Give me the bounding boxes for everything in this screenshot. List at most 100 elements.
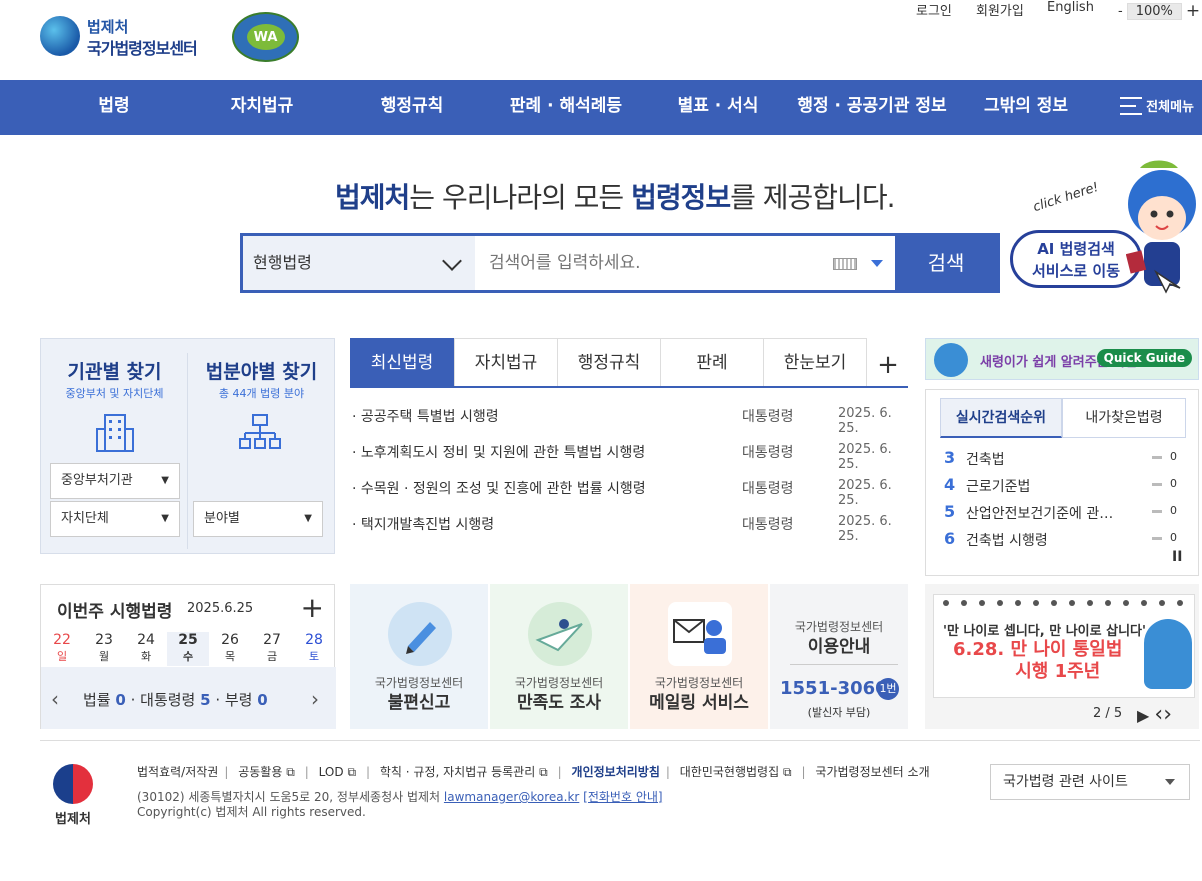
news-item[interactable]: · 수목원 · 정원의 조성 및 진흥에 관한 법률 시행령 대통령령 2025. … [352,474,908,508]
tab-overview[interactable]: 한눈보기 [763,338,867,386]
usage-guide-card[interactable]: 국가법령정보센터 이용안내 1551-3060 1번 (발신자 부담) [770,584,908,729]
footer-link-privacy[interactable]: 개인정보처리방침 [572,765,660,779]
card-title: 이용안내 [807,637,871,657]
weekly-laws-date: 2025.6.25 [187,601,254,616]
news-title[interactable]: · 택지개발촉진법 시행령 [352,514,494,534]
hero-title-org: 법제처 [335,181,410,214]
mascot-character [1126,160,1196,294]
phone-info-link[interactable]: [전화번호 안내] [583,790,662,804]
pen-icon [388,602,452,666]
zoom-level: 100% [1126,2,1182,20]
phone-option-badge: 1번 [877,678,899,700]
event-banner[interactable]: '만 나이로 셉니다, 만 나이로 삽니다' 6.28. 만 나이 통일법 시행 … [925,584,1199,729]
nav-item-admin-rule[interactable]: 행정규칙 [362,80,462,135]
day-name: 토 [308,650,320,663]
ai-search-button[interactable]: AI 법령검색 서비스로 이동 [1010,230,1142,288]
mascot-face-icon [934,343,968,377]
news-title[interactable]: · 공공주택 특별법 시행령 [352,406,499,426]
day-sun[interactable]: 22 일 [41,632,83,666]
email-link[interactable]: lawmanager@korea.kr [444,790,579,804]
finder-panel: 기관별 찾기 중앙부처 및 자치단체 중앙부처기관 자치단체 법분야별 찾기 총… [40,338,335,554]
footer-link-statute-book[interactable]: 대한민국현행법령집 [680,765,779,779]
related-sites-select[interactable]: 국가법령 관련 사이트 [990,764,1190,800]
tab-realtime-rank[interactable]: 실시간검색순위 [940,398,1062,438]
footer-link-about[interactable]: 국가법령정보센터 소개 [815,765,929,779]
day-thu[interactable]: 26 목 [209,632,251,666]
external-link-icon: ⧉ [347,765,357,779]
search-button[interactable]: 검색 [895,236,997,290]
news-item[interactable]: · 택지개발촉진법 시행령 대통령령 2025. 6. 25. [352,510,908,544]
weekly-counts: 법률 0 · 대통령령 5 · 부령 0 [83,691,268,709]
day-name: 목 [224,650,236,663]
complaint-card[interactable]: 국가법령정보센터 불편신고 [350,584,488,729]
dropdown-triangle-icon[interactable] [871,260,883,273]
pause-button[interactable]: II [1172,549,1182,565]
rank-item[interactable]: 6 건축법 시행령 0 [944,529,1194,551]
survey-card[interactable]: 국가법령정보센터 만족도 조사 [490,584,628,729]
field-select[interactable]: 분야별 [193,501,323,537]
mailing-card[interactable]: 국가법령정보센터 메일링 서비스 [630,584,768,729]
news-title[interactable]: · 수목원 · 정원의 조성 및 진흥에 관한 법률 시행령 [352,478,646,498]
day-tue[interactable]: 24 화 [125,632,167,666]
central-agency-select[interactable]: 중앙부처기관 [50,463,180,499]
more-weekly-button[interactable]: + [301,591,324,624]
more-news-button[interactable]: + [868,350,908,380]
footer-link-sharing[interactable]: 공동활용 [238,765,282,779]
mail-icon [668,602,732,666]
rank-label[interactable]: 근로기준법 [966,476,1126,496]
day-mon[interactable]: 23 월 [83,632,125,666]
search-scope-select[interactable]: 현행법령 [243,236,475,290]
play-icon[interactable]: ▶ [1137,706,1149,725]
nav-item-law[interactable]: 법령 [82,80,146,135]
news-title[interactable]: · 노후계획도시 정비 및 지원에 관한 특별법 시행령 [352,442,645,462]
site-logo[interactable]: 법제처 국가법령정보센터 [40,14,220,60]
day-number: 28 [305,632,323,648]
nav-item-precedent[interactable]: 판례 · 해석례등 [498,80,634,135]
english-link[interactable]: English [1047,0,1094,15]
rank-item[interactable]: 3 건축법 0 [944,448,1194,470]
law-count-label: 법률 [83,691,111,709]
tab-my-laws[interactable]: 내가찾은법령 [1062,398,1186,438]
rank-label[interactable]: 건축법 [966,449,1126,469]
rank-item[interactable]: 4 근로기준법 0 [944,475,1194,497]
nav-item-forms[interactable]: 별표 · 서식 [666,80,770,135]
day-name: 수 [182,650,194,663]
day-number: 27 [263,632,281,648]
tab-latest-law[interactable]: 최신법령 [350,338,454,386]
news-item[interactable]: · 공공주택 특별법 시행령 대통령령 2025. 6. 25. [352,402,908,436]
prev-week-button[interactable]: ‹ [51,687,59,711]
day-fri[interactable]: 27 금 [251,632,293,666]
prev-slide-button[interactable]: ‹ [1154,702,1163,727]
join-link[interactable]: 회원가입 [976,0,1024,19]
all-menu-button[interactable]: 전체메뉴 [1120,96,1194,115]
zoom-in-button[interactable]: + [1186,1,1200,21]
next-slide-button[interactable]: › [1163,702,1172,727]
phone-note: (발신자 부담) [807,706,871,719]
nav-item-local-law[interactable]: 자치법규 [212,80,312,135]
login-link[interactable]: 로그인 [916,0,952,19]
rank-item[interactable]: 5 산업안전보건기준에 관한 규칙 0 [944,502,1194,524]
chevron-down-icon [442,251,462,271]
rank-label[interactable]: 산업안전보건기준에 관한 규칙 [966,503,1118,523]
news-item[interactable]: · 노후계획도시 정비 및 지원에 관한 특별법 시행령 대통령령 2025. 6.… [352,438,908,472]
zoom-out-button[interactable]: - [1118,4,1123,19]
footer-link-copyright[interactable]: 법적효력/저작권 [137,765,218,779]
nav-item-other[interactable]: 그밖의 정보 [972,80,1080,135]
search-rank-panel: 실시간검색순위 내가찾은법령 3 건축법 0 4 근로기준법 0 5 산업안전보건기준에 … [925,389,1199,576]
rank-label[interactable]: 건축법 시행령 [966,530,1126,550]
keyboard-icon[interactable] [833,258,857,270]
footer-link-lod[interactable]: LOD [319,765,344,779]
tab-admin-rule[interactable]: 행정규칙 [557,338,661,386]
law-count: 0 [115,691,126,709]
search-input[interactable] [479,236,829,290]
footer-link-registration[interactable]: 학칙 · 규정, 자치법규 등록관리 [380,765,535,779]
tab-precedent[interactable]: 판례 [660,338,764,386]
local-government-select[interactable]: 자치단체 [50,501,180,537]
banner-quote: '만 나이로 셉니다, 만 나이로 삽니다' [943,624,1146,639]
next-week-button[interactable]: › [311,687,319,711]
nav-item-public-agency[interactable]: 행정 · 공공기관 정보 [792,80,952,135]
day-wed[interactable]: 25 수 [167,632,209,666]
quick-guide-banner[interactable]: 새령이가 쉽게 알려주는 국법 Quick Guide [925,338,1199,380]
day-sat[interactable]: 28 토 [293,632,335,666]
tab-local-law[interactable]: 자치법규 [454,338,558,386]
